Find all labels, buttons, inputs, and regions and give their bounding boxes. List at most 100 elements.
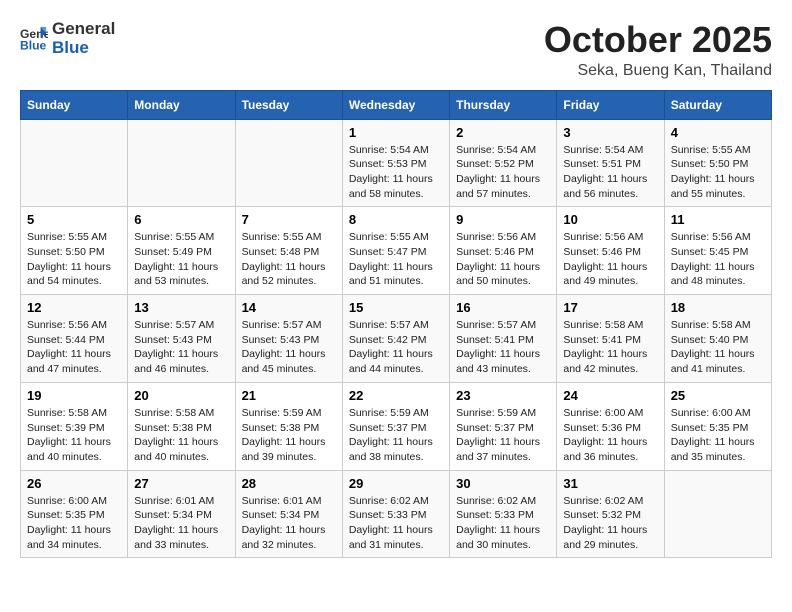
calendar-cell: 8 Sunrise: 5:55 AM Sunset: 5:47 PM Daylig… [342,207,449,295]
calendar-cell: 10 Sunrise: 5:56 AM Sunset: 5:46 PM Dayli… [557,207,664,295]
calendar-cell: 18Sunrise: 5:58 AM Sunset: 5:40 PM Dayli… [664,295,771,383]
page-header: General Blue General Blue October 2025 S… [20,20,772,80]
day-info: Sunrise: 5:58 AM Sunset: 5:38 PM Dayligh… [134,406,228,465]
day-info: Sunrise: 5:56 AM Sunset: 5:46 PM Dayligh… [456,230,550,289]
day-number: 31 [563,476,657,491]
calendar-cell: 3Sunrise: 5:54 AM Sunset: 5:51 PM Daylig… [557,119,664,207]
day-info: Sunrise: 6:02 AM Sunset: 5:32 PM Dayligh… [563,494,657,553]
calendar-cell: 26 Sunrise: 6:00 AM Sunset: 5:35 PM Dayli… [21,470,128,558]
svg-text:Blue: Blue [20,38,47,52]
day-number: 27 [134,476,228,491]
day-info: Sunrise: 6:00 AM Sunset: 5:35 PM Dayligh… [671,406,765,465]
day-info: Sunrise: 5:57 AM Sunset: 5:43 PM Dayligh… [134,318,228,377]
day-info: Sunrise: 6:01 AM Sunset: 5:34 PM Dayligh… [242,494,336,553]
day-number: 14 [242,300,336,315]
day-info: Sunrise: 5:59 AM Sunset: 5:37 PM Dayligh… [456,406,550,465]
month-title: October 2025 [544,20,772,60]
calendar-cell: 13 Sunrise: 5:57 AM Sunset: 5:43 PM Dayli… [128,295,235,383]
day-info: Sunrise: 6:02 AM Sunset: 5:33 PM Dayligh… [349,494,443,553]
calendar-cell: 22 Sunrise: 5:59 AM Sunset: 5:37 PM Dayli… [342,382,449,470]
day-number: 23 [456,388,550,403]
day-number: 11 [671,212,765,227]
calendar-cell: 17 Sunrise: 5:58 AM Sunset: 5:41 PM Dayli… [557,295,664,383]
calendar-week-row: 19Sunrise: 5:58 AM Sunset: 5:39 PM Dayli… [21,382,772,470]
day-info: Sunrise: 5:55 AM Sunset: 5:47 PM Dayligh… [349,230,443,289]
calendar-cell: 28Sunrise: 6:01 AM Sunset: 5:34 PM Dayli… [235,470,342,558]
day-info: Sunrise: 6:02 AM Sunset: 5:33 PM Dayligh… [456,494,550,553]
day-info: Sunrise: 5:54 AM Sunset: 5:52 PM Dayligh… [456,143,550,202]
calendar-cell: 14 Sunrise: 5:57 AM Sunset: 5:43 PM Dayli… [235,295,342,383]
calendar-cell [664,470,771,558]
calendar-cell: 31 Sunrise: 6:02 AM Sunset: 5:32 PM Dayli… [557,470,664,558]
calendar-table: SundayMondayTuesdayWednesdayThursdayFrid… [20,90,772,559]
calendar-cell: 20 Sunrise: 5:58 AM Sunset: 5:38 PM Dayli… [128,382,235,470]
day-info: Sunrise: 5:57 AM Sunset: 5:41 PM Dayligh… [456,318,550,377]
calendar-week-row: 5 Sunrise: 5:55 AM Sunset: 5:50 PM Daylig… [21,207,772,295]
day-info: Sunrise: 5:55 AM Sunset: 5:50 PM Dayligh… [27,230,121,289]
calendar-cell: 16 Sunrise: 5:57 AM Sunset: 5:41 PM Dayli… [450,295,557,383]
day-number: 29 [349,476,443,491]
calendar-cell: 9Sunrise: 5:56 AM Sunset: 5:46 PM Daylig… [450,207,557,295]
calendar-week-row: 12 Sunrise: 5:56 AM Sunset: 5:44 PM Dayli… [21,295,772,383]
weekday-header-row: SundayMondayTuesdayWednesdayThursdayFrid… [21,90,772,119]
day-number: 30 [456,476,550,491]
calendar-week-row: 26 Sunrise: 6:00 AM Sunset: 5:35 PM Dayli… [21,470,772,558]
calendar-cell: 7 Sunrise: 5:55 AM Sunset: 5:48 PM Daylig… [235,207,342,295]
weekday-header-friday: Friday [557,90,664,119]
calendar-cell: 25Sunrise: 6:00 AM Sunset: 5:35 PM Dayli… [664,382,771,470]
day-number: 6 [134,212,228,227]
calendar-week-row: 1 Sunrise: 5:54 AM Sunset: 5:53 PM Daylig… [21,119,772,207]
weekday-header-saturday: Saturday [664,90,771,119]
day-number: 21 [242,388,336,403]
day-info: Sunrise: 5:55 AM Sunset: 5:50 PM Dayligh… [671,143,765,202]
calendar-cell [21,119,128,207]
calendar-cell: 24 Sunrise: 6:00 AM Sunset: 5:36 PM Dayli… [557,382,664,470]
day-info: Sunrise: 5:58 AM Sunset: 5:41 PM Dayligh… [563,318,657,377]
day-info: Sunrise: 5:55 AM Sunset: 5:48 PM Dayligh… [242,230,336,289]
day-number: 22 [349,388,443,403]
day-number: 19 [27,388,121,403]
calendar-cell: 1 Sunrise: 5:54 AM Sunset: 5:53 PM Daylig… [342,119,449,207]
day-info: Sunrise: 5:54 AM Sunset: 5:53 PM Dayligh… [349,143,443,202]
calendar-cell: 19Sunrise: 5:58 AM Sunset: 5:39 PM Dayli… [21,382,128,470]
calendar-cell: 27 Sunrise: 6:01 AM Sunset: 5:34 PM Dayli… [128,470,235,558]
day-number: 26 [27,476,121,491]
day-info: Sunrise: 6:01 AM Sunset: 5:34 PM Dayligh… [134,494,228,553]
calendar-cell: 12 Sunrise: 5:56 AM Sunset: 5:44 PM Dayli… [21,295,128,383]
weekday-header-monday: Monday [128,90,235,119]
calendar-cell: 6 Sunrise: 5:55 AM Sunset: 5:49 PM Daylig… [128,207,235,295]
day-number: 16 [456,300,550,315]
day-info: Sunrise: 5:56 AM Sunset: 5:46 PM Dayligh… [563,230,657,289]
day-info: Sunrise: 6:00 AM Sunset: 5:35 PM Dayligh… [27,494,121,553]
day-number: 1 [349,125,443,140]
weekday-header-thursday: Thursday [450,90,557,119]
day-number: 4 [671,125,765,140]
weekday-header-tuesday: Tuesday [235,90,342,119]
day-number: 13 [134,300,228,315]
calendar-cell [128,119,235,207]
calendar-cell: 2Sunrise: 5:54 AM Sunset: 5:52 PM Daylig… [450,119,557,207]
calendar-cell: 29 Sunrise: 6:02 AM Sunset: 5:33 PM Dayli… [342,470,449,558]
day-number: 5 [27,212,121,227]
day-info: Sunrise: 5:57 AM Sunset: 5:43 PM Dayligh… [242,318,336,377]
day-number: 10 [563,212,657,227]
day-number: 15 [349,300,443,315]
day-number: 20 [134,388,228,403]
calendar-cell [235,119,342,207]
day-number: 24 [563,388,657,403]
day-info: Sunrise: 5:56 AM Sunset: 5:44 PM Dayligh… [27,318,121,377]
calendar-cell: 30 Sunrise: 6:02 AM Sunset: 5:33 PM Dayli… [450,470,557,558]
calendar-cell: 5 Sunrise: 5:55 AM Sunset: 5:50 PM Daylig… [21,207,128,295]
logo: General Blue General Blue [20,20,115,57]
logo-blue-text: Blue [52,39,115,58]
day-info: Sunrise: 5:55 AM Sunset: 5:49 PM Dayligh… [134,230,228,289]
day-number: 12 [27,300,121,315]
day-number: 7 [242,212,336,227]
weekday-header-sunday: Sunday [21,90,128,119]
day-info: Sunrise: 6:00 AM Sunset: 5:36 PM Dayligh… [563,406,657,465]
day-number: 17 [563,300,657,315]
day-info: Sunrise: 5:59 AM Sunset: 5:37 PM Dayligh… [349,406,443,465]
day-number: 8 [349,212,443,227]
day-number: 3 [563,125,657,140]
day-info: Sunrise: 5:58 AM Sunset: 5:40 PM Dayligh… [671,318,765,377]
